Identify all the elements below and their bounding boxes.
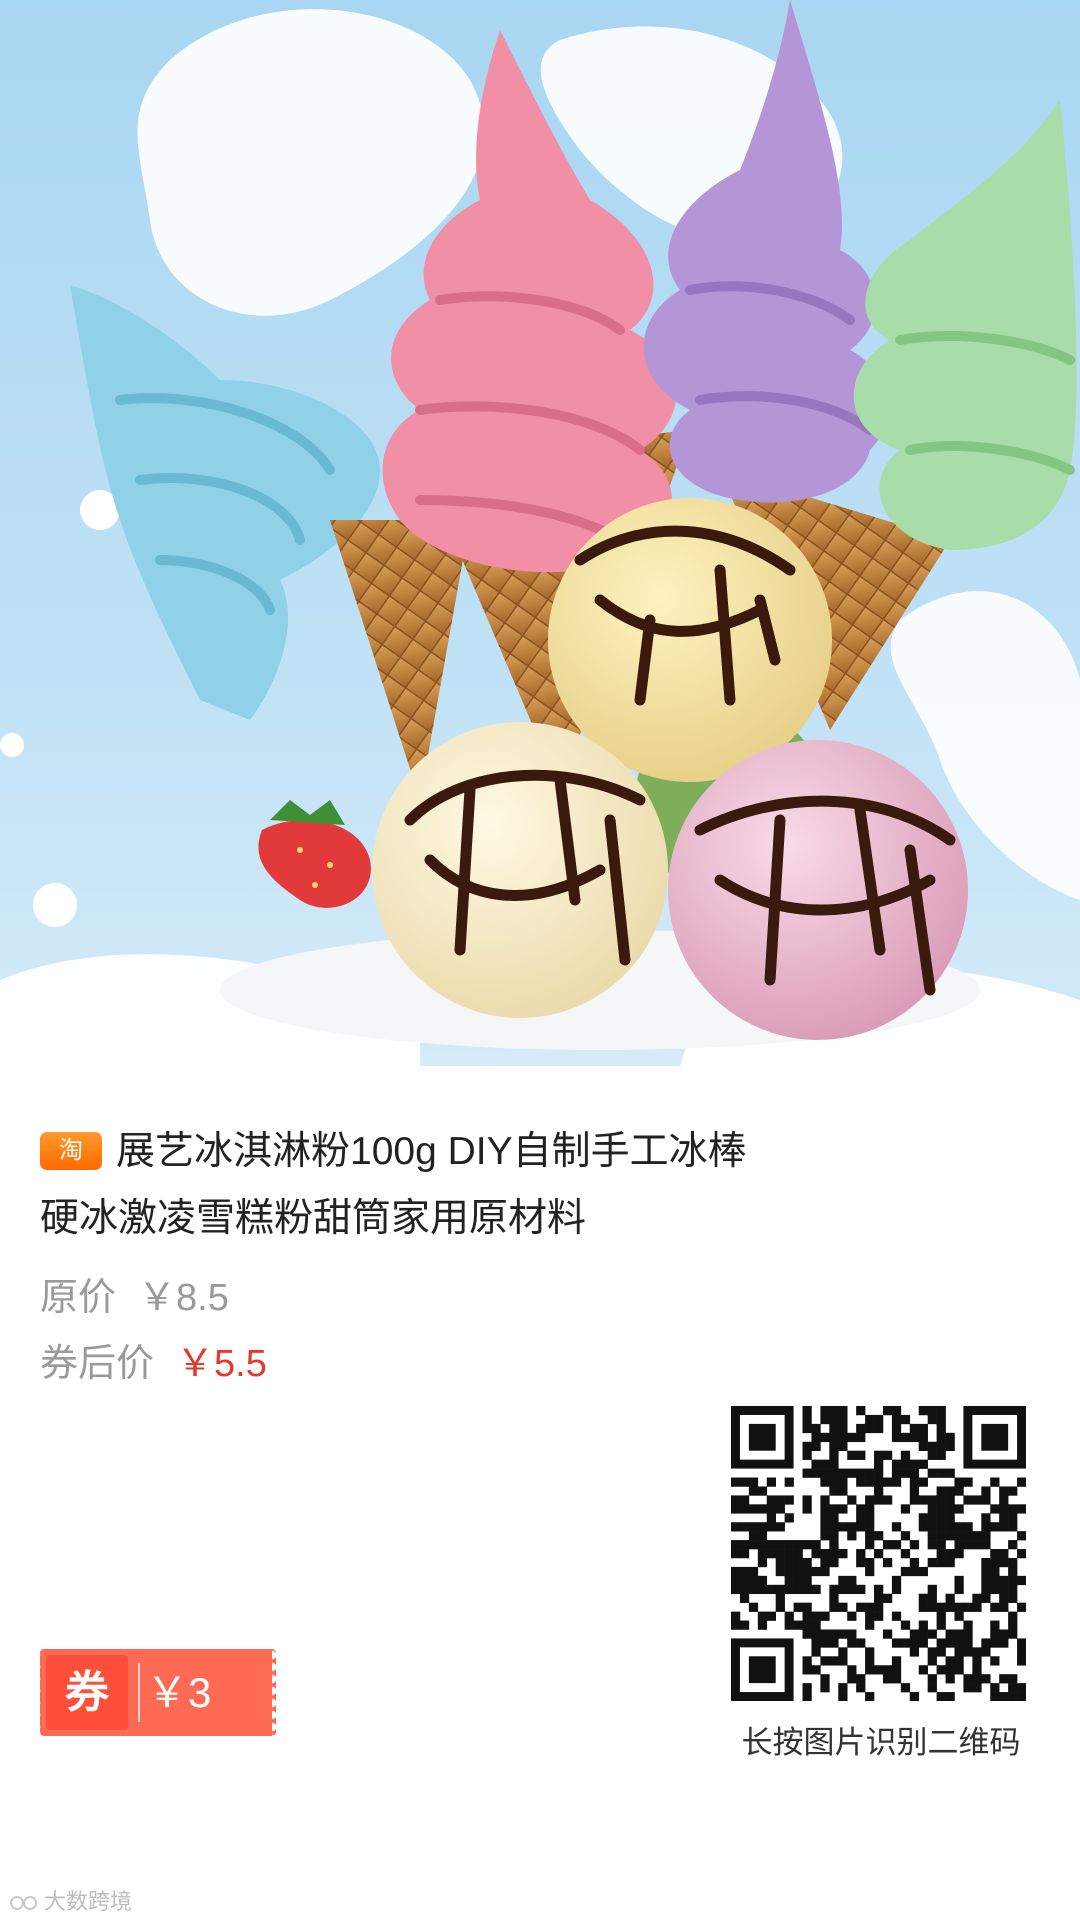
qr-code-icon[interactable]: [731, 1406, 1026, 1701]
coupon-divider: [138, 1663, 140, 1722]
original-price-label: 原价: [40, 1277, 117, 1319]
watermark-text: 大数跨境: [44, 1889, 133, 1914]
qr-code-graphic: [731, 1406, 1026, 1701]
taobao-badge: 淘: [40, 1131, 102, 1170]
qr-caption: 长按图片识别二维码: [741, 1725, 1021, 1760]
coupon-amount: ￥3: [146, 1669, 212, 1716]
coupon-tag: 券: [46, 1655, 128, 1730]
product-title: 淘展艺冰淇淋粉100g DIY自制手工冰棒 硬冰激凌雪糕粉甜筒家用原材料: [40, 1118, 1040, 1252]
final-price-value: ￥5.5: [176, 1343, 267, 1385]
product-title-line1: 展艺冰淇淋粉100g DIY自制手工冰棒: [116, 1130, 747, 1173]
coupon-badge[interactable]: 券 ￥3: [36, 1649, 280, 1736]
share-poster: 淘展艺冰淇淋粉100g DIY自制手工冰棒 硬冰激凌雪糕粉甜筒家用原材料 原价 ￥…: [0, 0, 1080, 1920]
original-price-row: 原价 ￥8.5: [40, 1266, 229, 1321]
final-price-label: 券后价: [40, 1343, 155, 1385]
watermark: 大数跨境: [10, 1884, 132, 1916]
product-image[interactable]: [0, 0, 1080, 1066]
original-price-value: ￥8.5: [138, 1277, 229, 1319]
watermark-logo-icon: [10, 1896, 37, 1911]
ice-cream-illustration: [0, 0, 1080, 1066]
final-price-row: 券后价 ￥5.5: [40, 1332, 267, 1387]
product-title-line2: 硬冰激凌雪糕粉甜筒家用原材料: [40, 1197, 587, 1240]
